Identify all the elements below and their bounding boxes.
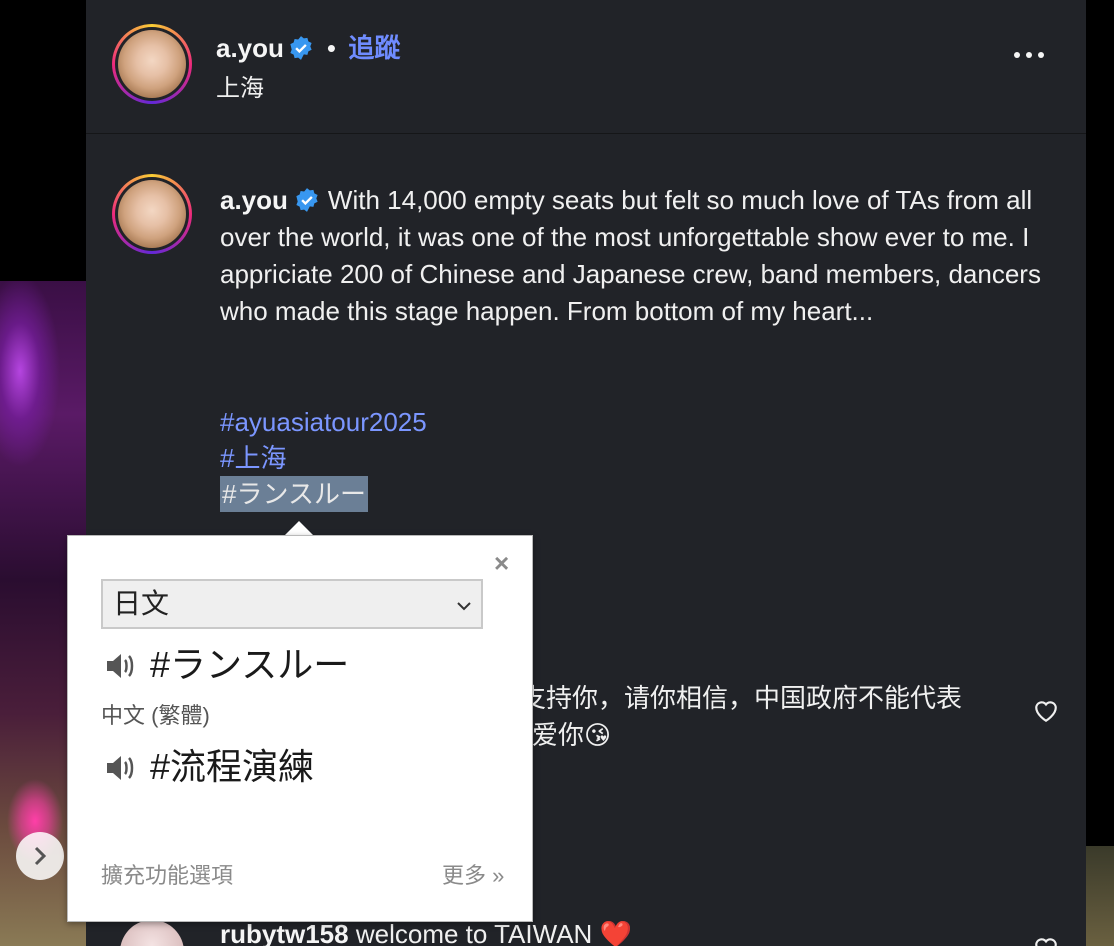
caption-text: With 14,000 empty seats but felt so much… xyxy=(220,185,1041,326)
follow-button[interactable]: 追蹤 xyxy=(348,33,400,63)
post-header: a.you • 追蹤 上海 xyxy=(86,0,1086,134)
commenter-username[interactable]: rubytw158 xyxy=(220,919,349,946)
popup-caret xyxy=(284,521,314,536)
source-text: #ランスルー xyxy=(150,644,350,685)
verified-badge-icon xyxy=(290,36,312,60)
speaker-icon[interactable] xyxy=(104,753,138,783)
comment-text: welcome to TAIWAN ❤️ xyxy=(355,919,632,946)
caption-username[interactable]: a.you xyxy=(220,185,288,215)
translated-text: #流程演練 xyxy=(150,746,315,787)
translate-popup: × 日文 #ランスルー 中文 (繁體) #流程演練 擴充功能選項 更多 » xyxy=(67,535,533,922)
target-language-label: 中文 (繁體) xyxy=(101,703,210,728)
more-options-icon[interactable] xyxy=(1014,52,1044,58)
post-caption: a.you With 14,000 empty seats but felt s… xyxy=(220,182,1065,330)
extension-options-link[interactable]: 擴充功能選項 xyxy=(101,858,233,890)
author-avatar[interactable] xyxy=(112,24,192,104)
carousel-next-button[interactable] xyxy=(16,832,64,880)
source-language-select[interactable]: 日文 xyxy=(101,579,483,629)
comment-text: 支持你，请你相信，中国政府不能代表 爱你😘 xyxy=(520,683,963,750)
source-text-row: #ランスルー xyxy=(104,636,349,688)
more-link[interactable]: 更多 » xyxy=(442,858,504,890)
close-icon[interactable]: × xyxy=(494,550,509,576)
post-location[interactable]: 上海 xyxy=(216,68,264,103)
heart-icon[interactable] xyxy=(1033,936,1059,946)
translated-text-row: #流程演練 xyxy=(104,738,314,790)
hashtag-link[interactable]: #ayuasiatour2025 xyxy=(220,404,427,440)
verified-badge-icon xyxy=(296,188,318,212)
speaker-icon[interactable] xyxy=(104,651,138,681)
chevron-right-icon xyxy=(34,846,47,866)
caption-avatar[interactable] xyxy=(112,174,192,254)
hashtag-link-selected[interactable]: #ランスルー xyxy=(220,476,368,512)
background-photo-right xyxy=(1086,846,1114,946)
heart-icon[interactable] xyxy=(1033,699,1059,723)
separator-dot: • xyxy=(326,33,336,63)
chevron-down-icon xyxy=(457,602,471,611)
author-username[interactable]: a.you xyxy=(216,33,284,63)
hashtag-link[interactable]: #上海 xyxy=(220,440,427,476)
